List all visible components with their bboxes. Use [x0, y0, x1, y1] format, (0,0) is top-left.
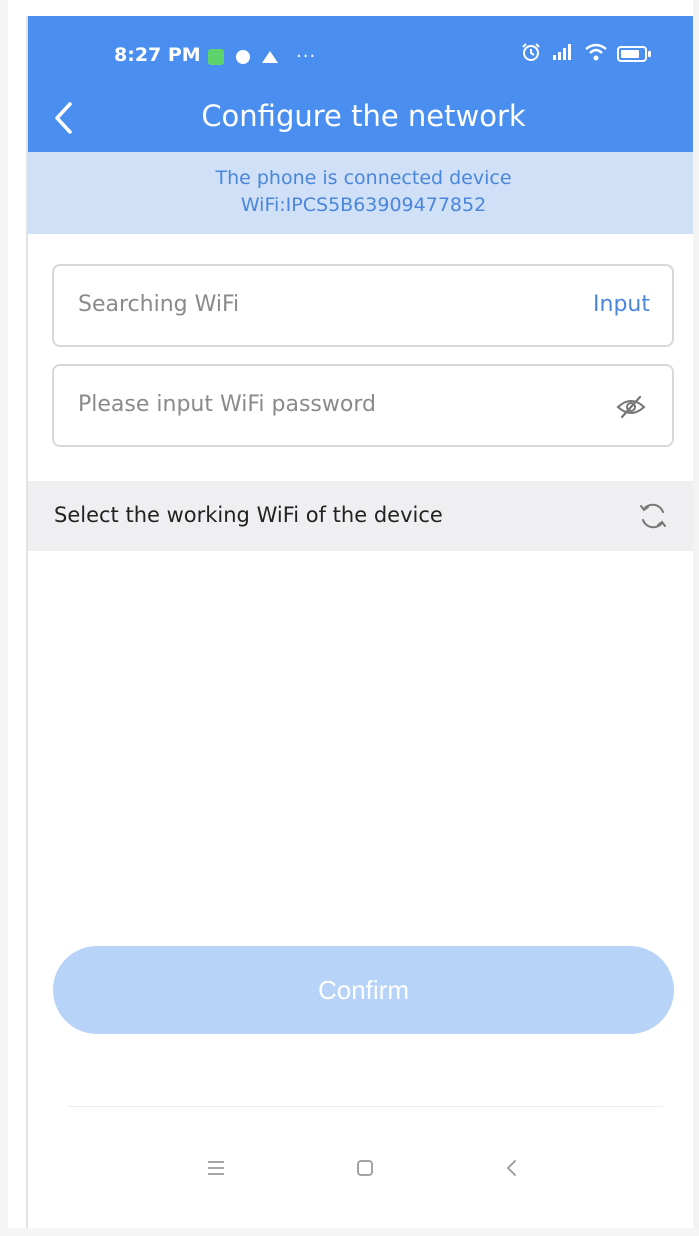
battery-level	[621, 50, 639, 58]
connection-banner: The phone is connected device WiFi:IPCS5…	[28, 152, 699, 234]
wifi-password-field[interactable]: Please input WiFi password	[52, 364, 674, 447]
banner-line-2: WiFi:IPCS5B63909477852	[240, 194, 487, 216]
cellular-signal-icon	[551, 43, 575, 65]
wifi-ssid-value: Searching WiFi	[78, 292, 240, 317]
alarm-icon	[521, 42, 541, 66]
refresh-wifi-button[interactable]	[635, 498, 671, 534]
screen-frame: 8:27 PM ··· Configure the network The ph…	[0, 0, 699, 1236]
system-home-button[interactable]	[343, 1146, 387, 1190]
password-visibility-toggle[interactable]	[614, 390, 648, 424]
status-notification-icons: ···	[208, 46, 316, 67]
menu-icon	[208, 1161, 224, 1175]
status-time: 8:27 PM	[114, 44, 201, 66]
app-header: 8:27 PM ··· Configure the network	[28, 16, 699, 152]
status-bar: 8:27 PM ···	[28, 16, 699, 84]
outer-edge	[0, 0, 8, 1236]
app-notification-icon	[208, 48, 224, 65]
wifi-signal-icon	[585, 43, 607, 65]
wifi-list-title: Select the working WiFi of the device	[54, 503, 443, 527]
wifi-list-header: Select the working WiFi of the device	[28, 481, 699, 551]
battery-icon	[617, 46, 651, 62]
refresh-icon	[640, 503, 666, 529]
eye-off-icon	[616, 395, 646, 419]
wifi-password-placeholder: Please input WiFi password	[78, 392, 376, 417]
banner-line-1: The phone is connected device	[215, 167, 512, 189]
confirm-button[interactable]: Confirm	[53, 946, 674, 1034]
more-notifications-icon: ···	[296, 46, 317, 67]
cloud-notification-icon	[262, 50, 278, 63]
right-edge	[693, 0, 699, 1236]
system-menu-button[interactable]	[194, 1146, 238, 1190]
nav-bar: Configure the network	[28, 84, 699, 152]
phone-screen: 8:27 PM ··· Configure the network The ph…	[26, 16, 699, 1228]
status-system-icons	[521, 42, 651, 66]
page-title: Configure the network	[201, 99, 526, 133]
system-back-button[interactable]	[490, 1146, 534, 1190]
message-notification-icon	[236, 49, 250, 64]
wifi-ssid-field[interactable]: Searching WiFi Input	[52, 264, 674, 347]
manual-input-link[interactable]: Input	[593, 292, 650, 317]
home-square-icon	[357, 1160, 373, 1176]
back-triangle-icon	[506, 1160, 516, 1176]
bottom-edge	[0, 1228, 699, 1236]
system-nav-divider	[68, 1106, 662, 1107]
system-navigation-bar	[28, 1146, 699, 1206]
